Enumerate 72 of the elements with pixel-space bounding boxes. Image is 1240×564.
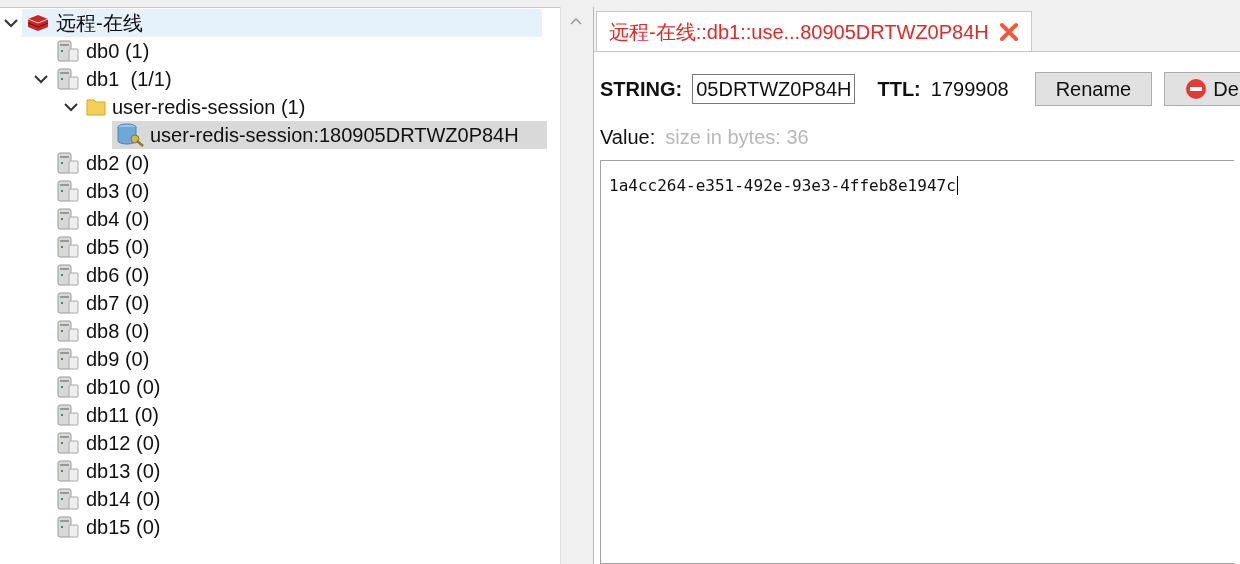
key-name-field[interactable]: 05DRTWZ0P84H [692,74,856,104]
server-icon [56,460,80,482]
tree-item[interactable]: user-redis-session:180905DRTWZ0P84H [112,121,547,149]
server-icon [56,432,80,454]
tree-item-label: db3 (0) [86,179,150,204]
server-icon [56,264,80,286]
tree-item-label: db7 (0) [86,291,150,316]
tree-item[interactable]: db8 (0) [52,317,178,345]
tab[interactable]: 远程-在线::db1::use...80905DRTWZ0P84H [596,11,1032,51]
type-label: STRING: [600,77,683,102]
tree-item-label: db0 (1) [86,39,150,64]
tree-item[interactable]: db13 (0) [52,457,189,485]
server-icon [56,404,80,426]
server-icon [56,152,80,174]
database-key-icon [116,123,144,147]
tree-item-label: db5 (0) [86,235,150,260]
tree-item[interactable]: db2 (0) [52,149,178,177]
server-icon [56,40,80,62]
tree-item[interactable]: db11 (0) [52,401,187,429]
tree-item-label: db13 (0) [86,459,161,484]
tree-item-label: db12 (0) [86,431,161,456]
tree-item[interactable]: db5 (0) [52,233,178,261]
tree-item-label: db4 (0) [86,207,150,232]
tree-item[interactable]: db7 (0) [52,289,178,317]
tree-item-label: db1 (1/1) [86,67,172,92]
delete-button[interactable]: Del [1164,72,1240,106]
tree-item[interactable]: db15 (0) [52,513,189,541]
tree-item[interactable]: db1 (1/1) [52,65,200,93]
tree-item[interactable]: db6 (0) [52,261,178,289]
ttl-value: 1799908 [930,77,1009,102]
server-icon [56,292,80,314]
tree-item[interactable]: db9 (0) [52,345,178,373]
tree-item-label: user-redis-session (1) [112,95,306,120]
tree-item[interactable]: db3 (0) [52,177,178,205]
server-icon [56,320,80,342]
server-icon [56,376,80,398]
tree-item-label: db11 (0) [86,403,159,428]
tree-item[interactable]: db10 (0) [52,373,189,401]
tree-item[interactable]: db14 (0) [52,485,189,513]
tree-item[interactable]: db0 (1) [52,37,178,65]
rename-button[interactable]: Rename [1034,72,1153,106]
tree-item-label: db2 (0) [86,151,150,176]
stop-icon [1185,78,1208,100]
tree-item-label: db6 (0) [86,263,150,288]
tree-item-label: db15 (0) [86,515,161,540]
tree-item-label: db14 (0) [86,487,161,512]
server-icon [56,180,80,202]
tree-item[interactable]: db4 (0) [52,205,178,233]
tree-item-label: db10 (0) [86,375,161,400]
size-hint: size in bytes: 36 [665,125,809,150]
tree-item-label: 远程-在线 [56,11,143,36]
tree-item[interactable]: user-redis-session (1) [82,93,334,121]
server-icon [56,68,80,90]
server-icon [56,348,80,370]
folder-icon [86,98,106,116]
cube-stack-icon [26,13,50,33]
tree-item[interactable]: 远程-在线 [22,9,542,37]
ttl-label: TTL: [877,77,921,102]
server-icon [56,488,80,510]
tree-item-label: user-redis-session:180905DRTWZ0P84H [150,123,519,148]
chevron-icon[interactable] [34,72,48,86]
close-icon[interactable] [998,21,1019,42]
tree-item-label: db8 (0) [86,319,150,344]
chevron-icon[interactable] [4,16,18,30]
value-label: Value: [600,125,656,150]
server-icon [56,208,80,230]
chevron-icon[interactable] [64,100,78,114]
server-icon [56,516,80,538]
value-editor[interactable]: 1a4cc264-e351-492e-93e3-4ffeb8e1947c [600,160,1234,564]
server-icon [56,236,80,258]
tree-item[interactable]: db12 (0) [52,429,189,457]
tree-item-label: db9 (0) [86,347,150,372]
